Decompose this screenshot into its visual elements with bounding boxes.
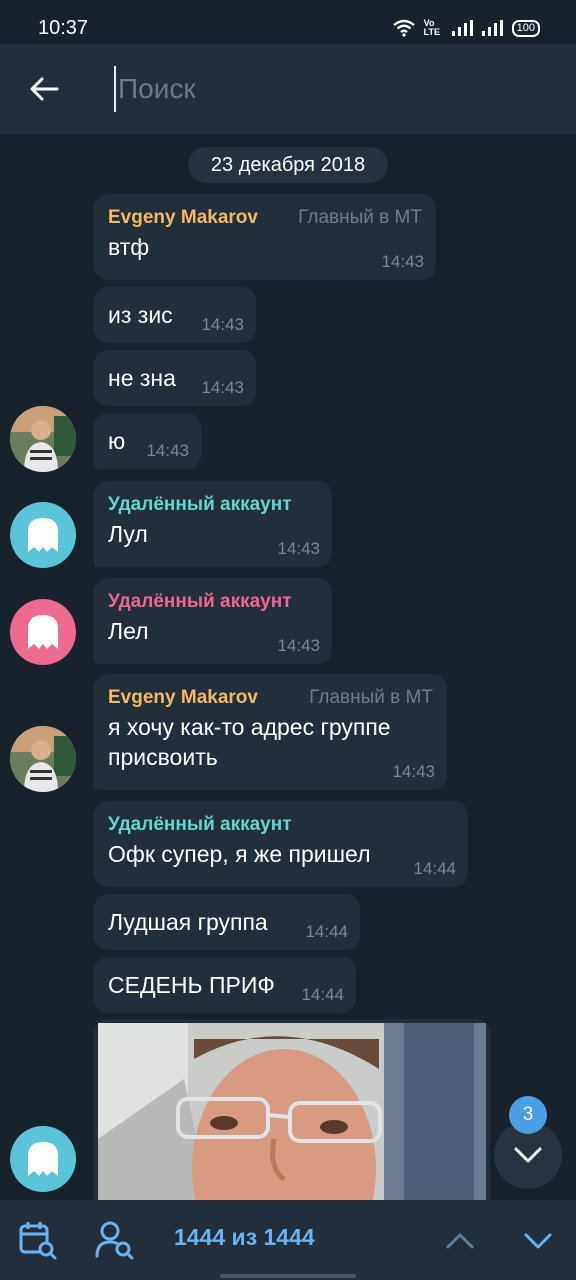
user-search-button[interactable] <box>94 1220 136 1260</box>
message-text: втф <box>108 234 150 260</box>
chevron-up-icon <box>446 1233 474 1249</box>
message-text-line: присвоить <box>108 744 218 770</box>
message-bubble[interactable]: Evgeny Makarov Главный в МТ втф 14:43 <box>94 194 436 280</box>
photo-message[interactable] <box>94 1019 490 1200</box>
message-time: 14:43 <box>201 315 244 334</box>
user-photo-icon <box>10 726 76 792</box>
calendar-search-button[interactable] <box>18 1220 58 1260</box>
battery-indicator: 100 <box>511 19 540 37</box>
message-bubble[interactable]: Evgeny Makarov Главный в МТ я хочу как-т… <box>94 674 447 790</box>
message-time: 14:44 <box>301 985 344 1004</box>
unread-count-badge: 3 <box>509 1096 547 1134</box>
photo-image <box>98 1023 486 1200</box>
message-time: 14:43 <box>381 252 424 271</box>
ghost-icon <box>28 1142 58 1176</box>
home-indicator[interactable] <box>220 1274 356 1278</box>
message-list[interactable]: 23 декабря 2018 Evgeny Makarov Главный в… <box>0 134 576 1200</box>
search-navigation-bar: 1444 из 1444 <box>0 1200 576 1280</box>
user-photo-icon <box>10 406 76 472</box>
message-bubble[interactable]: не зна 14:43 <box>94 350 256 406</box>
message-time: 14:44 <box>413 859 456 878</box>
volte-icon: Vo LTE <box>423 18 440 37</box>
message-bubble[interactable]: из зис 14:43 <box>94 287 256 343</box>
chevron-down-icon <box>514 1147 542 1163</box>
message-bubble[interactable]: ю 14:43 <box>94 413 201 469</box>
admin-title: Главный в МТ <box>309 687 433 708</box>
message-bubble[interactable]: Удалённый аккаунт Лел 14:43 <box>94 578 332 664</box>
status-icons: Vo LTE 100 <box>392 19 540 37</box>
search-input[interactable] <box>114 66 540 112</box>
message-bubble[interactable]: СЕДЕНЬ ПРИФ 14:44 <box>94 957 356 1013</box>
previous-result-button[interactable] <box>440 1224 480 1258</box>
sender-name[interactable]: Удалённый аккаунт <box>108 588 318 616</box>
message-text-line: я хочу как-то адрес группе <box>108 714 391 740</box>
message-time: 14:43 <box>277 636 320 655</box>
message-time: 14:43 <box>201 378 244 397</box>
ghost-icon <box>28 518 58 552</box>
avatar-deleted-account[interactable] <box>10 599 76 665</box>
date-separator: 23 декабря 2018 <box>188 147 388 183</box>
user-search-icon <box>95 1221 134 1260</box>
search-result-counter: 1444 из 1444 <box>174 1224 315 1250</box>
calendar-search-icon <box>19 1222 57 1260</box>
signal-icon-2 <box>481 20 503 36</box>
avatar-evgeny-makarov[interactable] <box>10 406 76 472</box>
ghost-icon <box>28 615 58 649</box>
chevron-down-icon <box>524 1233 552 1249</box>
message-time: 14:43 <box>277 539 320 558</box>
arrow-left-icon <box>30 77 59 101</box>
message-time: 14:43 <box>392 762 435 781</box>
wifi-icon <box>392 19 415 37</box>
sender-name[interactable]: Удалённый аккаунт <box>108 491 318 519</box>
search-header <box>0 44 576 134</box>
message-bubble[interactable]: Удалённый аккаунт Лул 14:43 <box>94 481 332 567</box>
next-result-button[interactable] <box>518 1224 558 1258</box>
message-text: Офк супер, я же пришел <box>108 841 371 867</box>
message-bubble[interactable]: Удалённый аккаунт Офк супер, я же пришел… <box>94 801 468 887</box>
sender-name[interactable]: Удалённый аккаунт <box>108 811 454 839</box>
avatar-deleted-account[interactable] <box>10 502 76 568</box>
message-time: 14:43 <box>146 441 189 460</box>
message-bubble[interactable]: Лудшая группа 14:44 <box>94 894 360 950</box>
message-time: 14:44 <box>305 922 348 941</box>
avatar-evgeny-makarov[interactable] <box>10 726 76 792</box>
admin-title: Главный в МТ <box>298 207 422 228</box>
signal-icon <box>451 20 473 36</box>
avatar-deleted-account[interactable] <box>10 1126 76 1192</box>
status-time: 10:37 <box>38 16 89 39</box>
back-button[interactable] <box>0 44 88 134</box>
